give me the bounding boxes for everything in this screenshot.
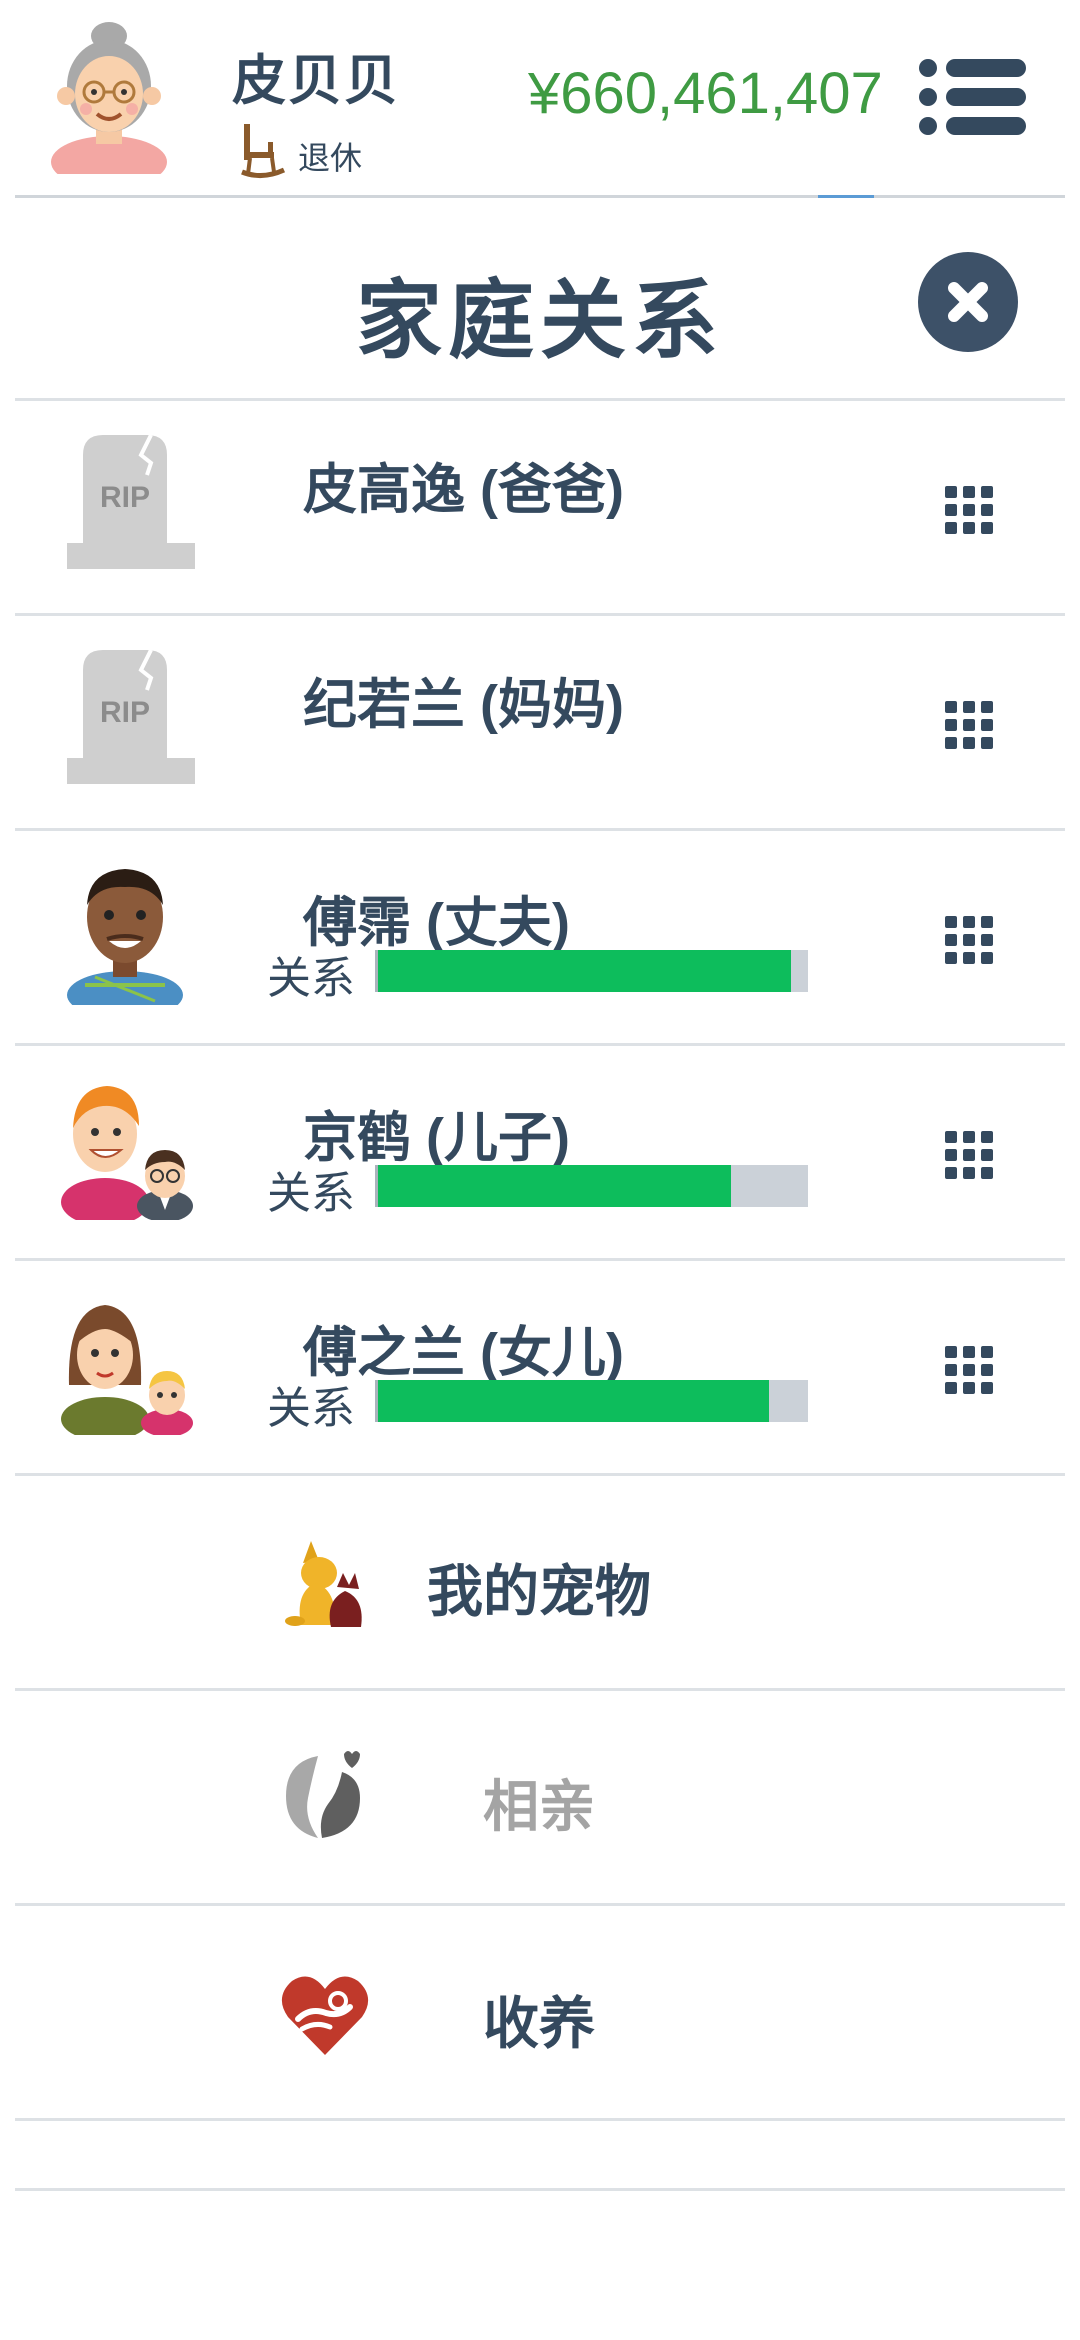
relationship-label: 关系 xyxy=(267,1169,355,1218)
divider xyxy=(15,2188,1065,2191)
divider xyxy=(15,2118,1065,2121)
dating-button[interactable]: 相亲 xyxy=(15,1690,1065,1902)
relative-name: 皮高逸 (爸爸) xyxy=(303,460,624,520)
status-label: 退休 xyxy=(298,140,363,176)
relationship-bar xyxy=(375,950,808,992)
adoption-heart-icon xyxy=(281,1976,369,2055)
grid-menu-icon[interactable] xyxy=(943,699,995,751)
player-name: 皮贝贝 xyxy=(232,51,400,111)
svg-text:RIP: RIP xyxy=(100,696,150,729)
adoption-button[interactable]: 收养 xyxy=(15,1905,1065,2117)
menu-list-icon[interactable] xyxy=(918,58,1026,136)
top-bar: 皮贝贝 退休 ¥660,461,407 xyxy=(0,0,1080,198)
header-divider xyxy=(15,195,1065,198)
grid-menu-icon[interactable] xyxy=(943,484,995,536)
close-button[interactable] xyxy=(918,252,1018,352)
grid-menu-icon[interactable] xyxy=(943,1344,995,1396)
action-label: 我的宠物 xyxy=(427,1560,651,1623)
svg-text:RIP: RIP xyxy=(100,481,150,514)
close-icon xyxy=(948,282,988,322)
husband-avatar xyxy=(67,869,183,1005)
player-status: 退休 xyxy=(240,122,362,180)
relative-name: 纪若兰 (妈妈) xyxy=(303,675,624,735)
rocking-chair-icon xyxy=(241,124,286,178)
relationship-bar-fill xyxy=(378,950,791,992)
dating-icon xyxy=(286,1751,360,1838)
relative-row-daughter: 傅之兰 (女儿) 关系 xyxy=(15,1260,1065,1475)
daughter-avatar xyxy=(61,1305,193,1435)
grid-menu-icon[interactable] xyxy=(943,1129,995,1181)
relationship-bar xyxy=(375,1380,808,1422)
money-balance: ¥660,461,407 xyxy=(528,61,883,126)
relationship-bar xyxy=(375,1165,808,1207)
rip-tombstone-icon: RIP xyxy=(67,649,195,784)
my-pets-button[interactable]: 我的宠物 xyxy=(15,1475,1065,1687)
son-avatar xyxy=(61,1086,193,1220)
relationship-label: 关系 xyxy=(267,954,355,1003)
relative-row-son: 京鹤 (儿子) 关系 xyxy=(15,1045,1065,1260)
action-label: 收养 xyxy=(483,1992,595,2055)
relative-row-husband: 傅霈 (丈夫) 关系 xyxy=(15,830,1065,1045)
rip-tombstone-icon: RIP xyxy=(67,434,195,569)
action-label: 相亲 xyxy=(483,1775,595,1838)
pet-icon xyxy=(285,1541,362,1627)
relative-row-father: RIP 皮高逸 (爸爸) xyxy=(15,400,1065,615)
grid-menu-icon[interactable] xyxy=(943,914,995,966)
relationship-label: 关系 xyxy=(267,1384,355,1433)
relationship-bar-fill xyxy=(378,1380,770,1422)
relative-row-mother: RIP 纪若兰 (妈妈) xyxy=(15,615,1065,830)
header-accent-line xyxy=(818,195,874,198)
player-avatar[interactable] xyxy=(44,14,174,174)
relationship-bar-fill xyxy=(378,1165,731,1207)
